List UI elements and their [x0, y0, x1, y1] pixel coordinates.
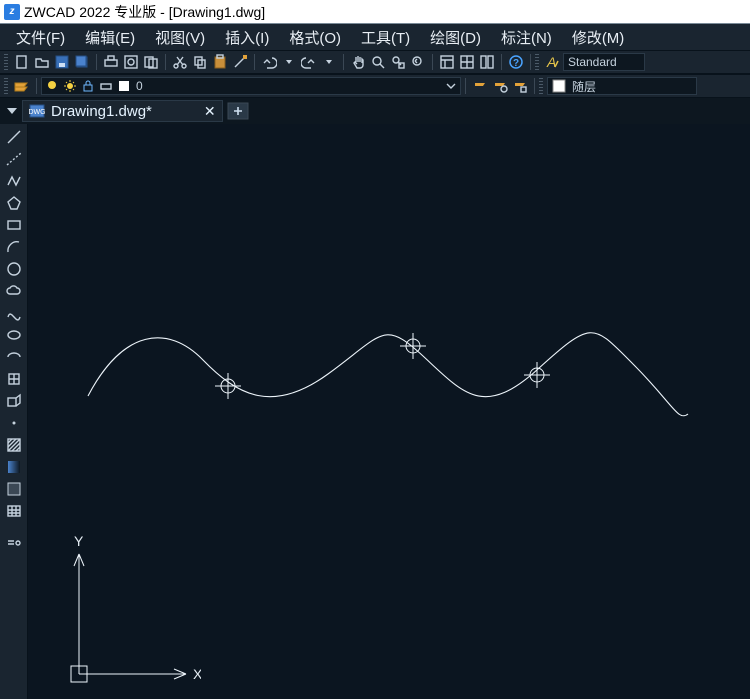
- menu-dim[interactable]: 标注(N): [491, 25, 562, 50]
- title-bar: z ZWCAD 2022 专业版 - [Drawing1.dwg]: [0, 0, 750, 24]
- copy-button[interactable]: [190, 52, 210, 72]
- svg-text:DWG: DWG: [29, 109, 45, 116]
- toolbar-grip[interactable]: [539, 78, 543, 94]
- saveas-button[interactable]: [72, 52, 92, 72]
- color-swatch-icon: [118, 80, 130, 92]
- ellipse-arc-tool[interactable]: [3, 348, 25, 366]
- undo-button[interactable]: [259, 52, 279, 72]
- gradient-tool[interactable]: [3, 458, 25, 476]
- arc-tool[interactable]: [3, 238, 25, 256]
- new-file-button[interactable]: [12, 52, 32, 72]
- tab-close-button[interactable]: ✕: [204, 103, 216, 120]
- insert-block-tool[interactable]: [3, 370, 25, 388]
- menu-edit[interactable]: 编辑(E): [75, 25, 145, 50]
- standard-toolbar: ? A Standard: [0, 50, 750, 74]
- design-center-button[interactable]: [457, 52, 477, 72]
- polygon-tool[interactable]: [3, 194, 25, 212]
- menu-draw[interactable]: 绘图(D): [420, 25, 491, 50]
- text-style-value: Standard: [568, 55, 617, 69]
- ucs-x-label: X: [193, 666, 201, 682]
- layer-combo[interactable]: 0: [41, 77, 461, 95]
- revcloud-tool[interactable]: [3, 282, 25, 300]
- svg-text:?: ?: [513, 58, 519, 69]
- document-tabs: DWG Drawing1.dwg* ✕: [0, 98, 750, 124]
- chevron-down-icon: [446, 81, 456, 91]
- layer-iso-button[interactable]: [490, 76, 510, 96]
- make-block-tool[interactable]: [3, 392, 25, 410]
- ellipse-tool[interactable]: [3, 326, 25, 344]
- print-button[interactable]: [101, 52, 121, 72]
- menu-file[interactable]: 文件(F): [6, 25, 75, 50]
- palette-tail-icon[interactable]: [3, 534, 25, 552]
- ucs-y-label: Y: [74, 533, 84, 549]
- layer-name: 0: [136, 79, 143, 93]
- menu-insert[interactable]: 插入(I): [215, 25, 279, 50]
- paste-button[interactable]: [210, 52, 230, 72]
- cut-button[interactable]: [170, 52, 190, 72]
- zoom-window-button[interactable]: [388, 52, 408, 72]
- dwg-file-icon: DWG: [29, 104, 45, 118]
- new-tab-button[interactable]: [227, 102, 249, 120]
- text-style-field[interactable]: Standard: [563, 53, 645, 71]
- tab-label: Drawing1.dwg*: [51, 103, 152, 120]
- svg-text:A: A: [546, 54, 556, 70]
- line-tool[interactable]: [3, 128, 25, 146]
- tabs-menu-icon[interactable]: [6, 105, 18, 117]
- redo-button[interactable]: [299, 52, 319, 72]
- print-layer-icon: [100, 80, 112, 92]
- sun-icon: [64, 80, 76, 92]
- layer-prev-button[interactable]: [470, 76, 490, 96]
- linetype-combo[interactable]: 随层: [547, 77, 697, 95]
- print-preview-button[interactable]: [121, 52, 141, 72]
- region-tool[interactable]: [3, 480, 25, 498]
- polyline-tool[interactable]: [3, 172, 25, 190]
- help-button[interactable]: ?: [506, 52, 526, 72]
- spline-tool[interactable]: [3, 304, 25, 322]
- app-icon: z: [4, 4, 20, 20]
- menu-modify[interactable]: 修改(M): [562, 25, 635, 50]
- menu-format[interactable]: 格式(O): [279, 25, 351, 50]
- match-props-button[interactable]: [230, 52, 250, 72]
- circle-tool[interactable]: [3, 260, 25, 278]
- pan-button[interactable]: [348, 52, 368, 72]
- menu-view[interactable]: 视图(V): [145, 25, 215, 50]
- menu-tools[interactable]: 工具(T): [351, 25, 420, 50]
- toolbar-grip[interactable]: [4, 78, 8, 94]
- layer-properties-button[interactable]: [12, 76, 32, 96]
- undo-dropdown[interactable]: [279, 52, 299, 72]
- save-button[interactable]: [52, 52, 72, 72]
- color-bylayer-icon: [552, 79, 566, 93]
- document-tab[interactable]: DWG Drawing1.dwg* ✕: [22, 100, 223, 122]
- hatch-tool[interactable]: [3, 436, 25, 454]
- toolbar-grip[interactable]: [535, 54, 539, 70]
- table-tool[interactable]: [3, 502, 25, 520]
- zoom-realtime-button[interactable]: [368, 52, 388, 72]
- draw-palette: [0, 124, 28, 699]
- construction-line-tool[interactable]: [3, 150, 25, 168]
- drawing-canvas[interactable]: Y X: [28, 124, 750, 699]
- palette-separator: [3, 524, 25, 530]
- open-file-button[interactable]: [32, 52, 52, 72]
- linetype-value: 随层: [572, 78, 596, 95]
- toolbar-grip[interactable]: [4, 54, 8, 70]
- layer-walk-button[interactable]: [510, 76, 530, 96]
- publish-button[interactable]: [141, 52, 161, 72]
- menu-bar: 文件(F) 编辑(E) 视图(V) 插入(I) 格式(O) 工具(T) 绘图(D…: [0, 24, 750, 50]
- redo-dropdown[interactable]: [319, 52, 339, 72]
- window-title: ZWCAD 2022 专业版 - [Drawing1.dwg]: [24, 2, 265, 22]
- workspace: Y X: [0, 124, 750, 699]
- zoom-previous-button[interactable]: [408, 52, 428, 72]
- tool-palettes-button[interactable]: [477, 52, 497, 72]
- rectangle-tool[interactable]: [3, 216, 25, 234]
- lock-icon: [82, 80, 94, 92]
- ucs-icon: Y X: [61, 529, 201, 689]
- point-tool[interactable]: [3, 414, 25, 432]
- layer-toolbar: 0 随层: [0, 74, 750, 98]
- bulb-icon: [46, 80, 58, 92]
- text-style-icon[interactable]: A: [543, 52, 563, 72]
- properties-panel-button[interactable]: [437, 52, 457, 72]
